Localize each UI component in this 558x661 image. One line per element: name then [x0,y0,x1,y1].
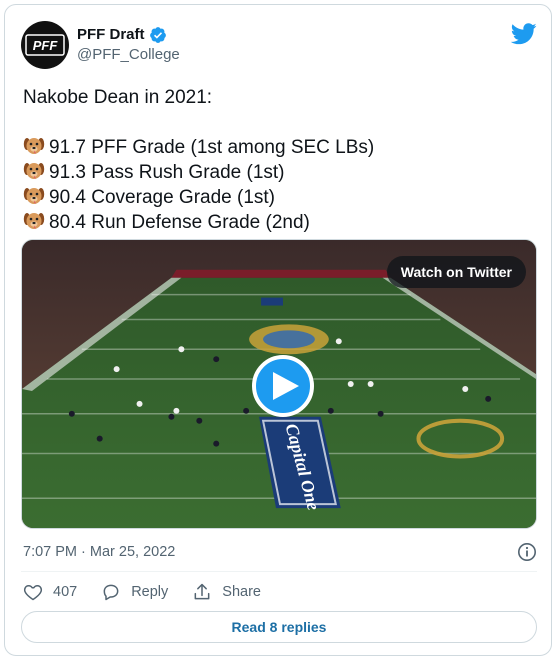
dog-face-emoji-icon [23,163,45,179]
dog-face-emoji-icon [23,138,45,154]
dog-face-emoji-icon [23,213,45,229]
heart-icon [23,585,43,601]
watch-on-twitter-button[interactable]: Watch on Twitter [386,256,526,288]
share-button[interactable]: Share [192,582,261,602]
author-names: PFF Draft @PFF_College [77,25,180,65]
pff-logo: PFF [25,34,65,56]
stat-line: 90.4 Coverage Grade (1st) [23,185,535,210]
tweet-actions: 407 Reply Share [23,580,285,604]
author-display-name[interactable]: PFF Draft [77,25,145,45]
play-icon [272,372,299,400]
video-player[interactable]: Capital One Watch on Twitter [21,239,537,529]
tweet-meta: 7:07 PM · Mar 25, 2022 [23,541,539,563]
like-button[interactable]: 407 [23,582,77,602]
tweet-header: PFF PFF Draft @PFF_College [21,21,537,69]
play-button[interactable] [252,355,314,417]
verified-badge-icon [149,27,166,43]
stat-line: 80.4 Run Defense Grade (2nd) [23,210,535,235]
share-label: Share [222,584,261,600]
stat-text: 80.4 Run Defense Grade (2nd) [49,212,310,233]
info-icon[interactable] [517,542,537,562]
reply-button[interactable]: Reply [101,582,168,602]
stat-text: 90.4 Coverage Grade (1st) [49,187,276,208]
author-display-name-row[interactable]: PFF Draft [77,25,180,45]
tweet-intro: Nakobe Dean in 2021: [23,87,213,108]
stat-line: 91.7 PFF Grade (1st among SEC LBs) [23,135,535,160]
avatar[interactable]: PFF [21,21,69,69]
share-icon [194,583,210,600]
like-count: 407 [53,584,78,600]
avatar-label: PFF [33,38,59,53]
reply-label: Reply [131,584,169,600]
read-replies-button[interactable]: Read 8 replies [21,611,537,643]
stat-text: 91.3 Pass Rush Grade (1st) [49,162,285,183]
tweet-text: Nakobe Dean in 2021: 91.7 PFF Grade (1st… [23,85,535,235]
stat-line: 91.3 Pass Rush Grade (1st) [23,160,535,185]
author-handle[interactable]: @PFF_College [77,45,180,65]
divider [21,571,537,572]
reply-icon [103,584,119,601]
timestamp[interactable]: 7:07 PM · Mar 25, 2022 [23,544,175,560]
tweet-card[interactable]: PFF PFF Draft @PFF_College Nakobe Dean i… [4,4,552,656]
dog-face-emoji-icon [23,188,45,204]
stat-text: 91.7 PFF Grade (1st among SEC LBs) [49,137,375,158]
twitter-bird-icon[interactable] [511,23,537,45]
